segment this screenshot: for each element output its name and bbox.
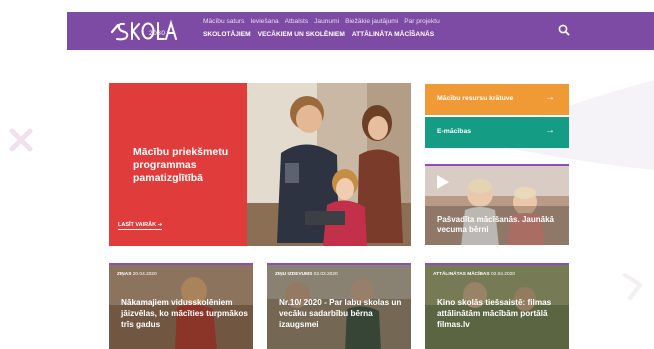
logo-year: 2030 [149,30,166,37]
nav-item-about[interactable]: Par projektu [404,18,440,25]
search-icon[interactable] [557,23,571,37]
secondary-nav: Mācību saturs Ieviešana Atbalsts Jaunumi… [203,18,440,25]
nav-item-support[interactable]: Atbalsts [285,18,308,25]
arrow-right-icon: → [545,125,555,136]
nav-item-implementation[interactable]: Ieviešana [250,18,278,25]
video-title: Pašvadīta mācīšanās. Jaunākā vecuma bērn… [437,215,554,235]
news-meta: ZIŅAS 20.04.2020 [117,272,157,277]
site-logo[interactable] [108,17,180,47]
arrow-right-icon: → [545,92,555,103]
news-title: Nākamajiem vidusskolēniem jāizvēlas, ko … [121,298,248,329]
nav-item-faq[interactable]: Biežākie jautājumi [345,18,398,25]
news-title: Kino skolās tiešsaistē: filmas attālināt… [437,298,552,329]
nav-item-news[interactable]: Jaunumi [314,18,339,25]
news-tag: ATTĀLINĀTAS MĀCĪBAS [433,272,490,277]
hero-text-panel: Mācību priekšmetu programmas pamatizglīt… [109,83,247,246]
news-date: 02.04.2020 [490,272,515,277]
news-tag: ZIŅAS [117,272,132,277]
nav-item-parents-students[interactable]: VECĀKIEM UN SKOLĒNIEM [258,31,345,38]
hero-banner[interactable]: Mācību priekšmetu programmas pamatizglīt… [109,83,411,246]
video-card[interactable]: Pašvadīta mācīšanās. Jaunākā vecuma bērn… [425,164,569,245]
resources-repository-label: Mācību resursu krātuve [437,95,514,102]
primary-nav: SKOLOTĀJIEM VECĀKIEM UN SKOLĒNIEM ATTĀLI… [203,31,434,38]
resources-repository-button[interactable]: Mācību resursu krātuve → [425,84,569,115]
hero-title: Mācību priekšmetu programmas pamatizglīt… [133,146,229,185]
news-meta: ATTĀLINĀTAS MĀCĪBAS 02.04.2020 [433,272,515,277]
nav-item-content[interactable]: Mācību saturs [203,18,244,25]
nav-item-teachers[interactable]: SKOLOTĀJIEM [203,31,251,38]
news-tag: ZIŅU IZDEVUMS [275,272,313,277]
play-icon[interactable] [436,175,450,189]
elearning-label: E-mācības [437,128,472,135]
news-card[interactable]: ZIŅU IZDEVUMS 02.03.2020 Nr.10/ 2020 - P… [267,263,411,349]
elearning-button[interactable]: E-mācības → [425,117,569,148]
nav-item-remote-learning[interactable]: ATTĀLINĀTA MĀCĪŠANĀS [352,31,434,38]
read-more-link[interactable]: LASĪT VAIRĀK ➔ [118,222,163,230]
news-card[interactable]: ZIŅAS 20.04.2020 Nākamajiem vidusskolēni… [109,263,253,349]
news-card[interactable]: ATTĀLINĀTAS MĀCĪBAS 02.04.2020 Kino skol… [425,263,569,349]
hero-photo [247,83,411,246]
site-header: 2030 Mācību saturs Ieviešana Atbalsts Ja… [67,12,654,50]
news-date: 02.03.2020 [313,272,338,277]
news-meta: ZIŅU IZDEVUMS 02.03.2020 [275,272,338,277]
news-date: 20.04.2020 [132,272,157,277]
news-title: Nr.10/ 2020 - Par labu skolas un vecāku … [279,298,402,329]
